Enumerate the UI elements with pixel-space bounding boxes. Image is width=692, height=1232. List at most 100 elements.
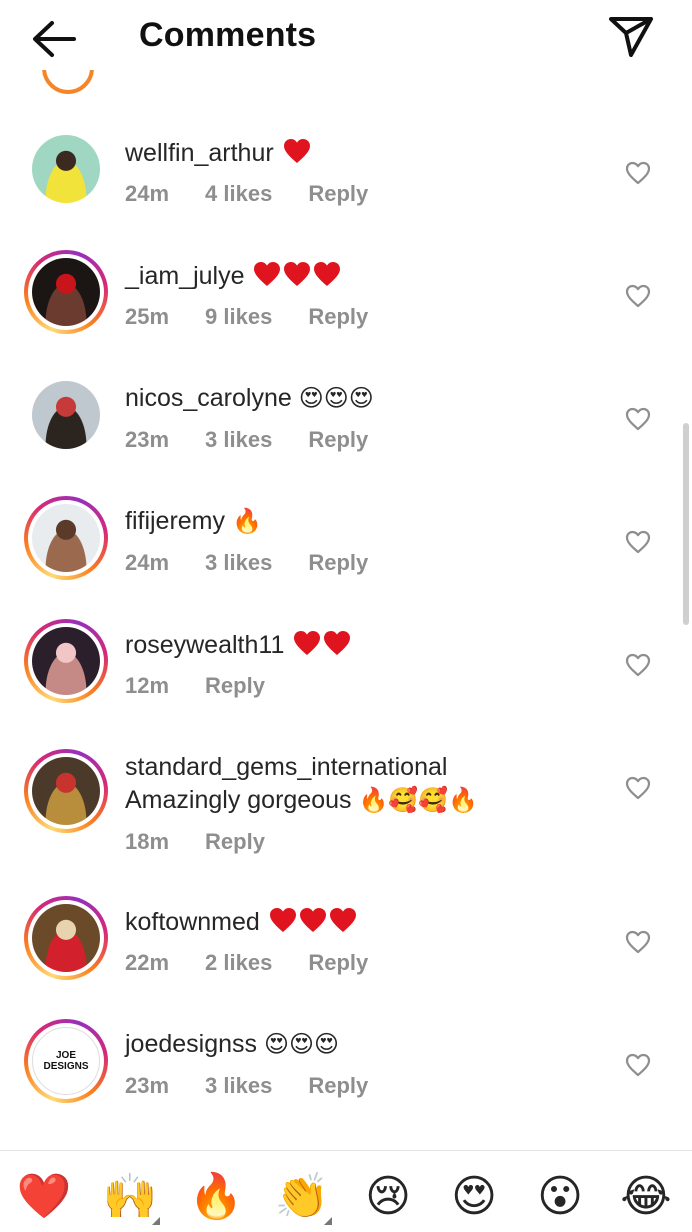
surprised-face-emoji-button[interactable]: 😮 xyxy=(532,1169,588,1225)
story-ring[interactable]: JOE DESIGNS xyxy=(24,1019,108,1103)
comment-header: wellfin_arthur xyxy=(125,138,311,168)
paper-plane-icon xyxy=(609,17,653,57)
reply-button[interactable]: Reply xyxy=(308,427,368,452)
comment-header: joedesignss 😍😍😍 xyxy=(125,1030,339,1059)
comment-time: 23m xyxy=(125,1073,170,1098)
comment-meta: 23m 3 likes Reply xyxy=(125,1073,404,1099)
heart-outline-icon xyxy=(625,407,651,431)
comment-meta: 18m Reply xyxy=(125,829,301,855)
scrollbar[interactable] xyxy=(683,423,689,625)
reply-button[interactable]: Reply xyxy=(308,950,368,975)
fire-emoji-button[interactable]: 🔥 xyxy=(188,1169,244,1225)
story-ring[interactable] xyxy=(24,896,108,980)
comment-username[interactable]: roseywealth11 xyxy=(125,631,284,659)
comment-likes[interactable]: 3 likes xyxy=(205,427,272,452)
avatar[interactable] xyxy=(32,381,100,449)
avatar[interactable] xyxy=(32,258,100,326)
emoji-quick-bar: ❤️ 🙌 🔥 👏 😢 😍 😮 😂 xyxy=(0,1150,692,1232)
red-heart-icon xyxy=(299,908,326,932)
comment-meta: 25m 9 likes Reply xyxy=(125,304,404,330)
avatar-text-line-2: DESIGNS xyxy=(43,1061,89,1072)
heart-outline-icon xyxy=(625,653,651,677)
comment-item: roseywealth11 12m Reply xyxy=(0,619,692,732)
top-bar: Comments xyxy=(0,0,692,78)
comment-header: koftownmed xyxy=(125,907,357,937)
reply-button[interactable]: Reply xyxy=(308,1073,368,1098)
comment-username[interactable]: fifijeremy xyxy=(125,507,225,535)
raising-hands-emoji-button[interactable]: 🙌 xyxy=(102,1169,158,1225)
comment-likes[interactable]: 9 likes xyxy=(205,304,272,329)
red-heart-icon xyxy=(324,631,351,655)
avatar[interactable] xyxy=(32,135,100,203)
comment-likes[interactable]: 2 likes xyxy=(205,950,272,975)
story-ring[interactable] xyxy=(24,496,108,580)
story-ring[interactable] xyxy=(24,619,108,703)
red-heart-icon xyxy=(283,139,310,163)
comment-item: fifijeremy 🔥 24m 3 likes Reply xyxy=(0,496,692,609)
comment-username[interactable]: joedesignss xyxy=(125,1030,257,1058)
comment-time: 22m xyxy=(125,950,170,975)
like-comment-button[interactable] xyxy=(625,930,651,954)
comment-header: roseywealth11 xyxy=(125,630,351,660)
comment-username[interactable]: nicos_carolyne xyxy=(125,384,292,412)
tears-of-joy-emoji-button[interactable]: 😂 xyxy=(618,1169,674,1225)
share-button[interactable] xyxy=(606,14,656,60)
avatar[interactable] xyxy=(32,757,100,825)
comment-header: _iam_julye xyxy=(125,261,341,291)
back-button[interactable] xyxy=(28,18,80,60)
comment-item: wellfin_arthur 24m 4 likes Reply xyxy=(0,130,692,240)
comment-time: 18m xyxy=(125,829,170,854)
reply-button[interactable]: Reply xyxy=(205,829,265,854)
like-comment-button[interactable] xyxy=(625,653,651,677)
comment-header: standard_gems_international xyxy=(125,753,447,782)
comment-item: standard_gems_international Amazingly gor… xyxy=(0,745,692,885)
avatar-container[interactable] xyxy=(24,127,108,211)
comment-meta: 24m 3 likes Reply xyxy=(125,550,404,576)
avatar[interactable] xyxy=(32,904,100,972)
like-comment-button[interactable] xyxy=(625,407,651,431)
like-comment-button[interactable] xyxy=(625,161,651,185)
comment-username[interactable]: koftownmed xyxy=(125,908,260,936)
heart-outline-icon xyxy=(625,161,651,185)
red-heart-icon xyxy=(269,908,296,932)
comment-emoji: 😍😍😍 xyxy=(263,1030,340,1058)
avatar[interactable]: JOE DESIGNS xyxy=(32,1027,100,1095)
skin-tone-indicator-icon xyxy=(324,1217,332,1225)
page-title: Comments xyxy=(139,16,317,54)
crying-face-emoji-button[interactable]: 😢 xyxy=(360,1169,416,1225)
avatar[interactable] xyxy=(32,504,100,572)
skin-tone-indicator-icon xyxy=(152,1217,160,1225)
avatar[interactable] xyxy=(32,627,100,695)
like-comment-button[interactable] xyxy=(625,776,651,800)
previous-comment-avatar xyxy=(42,70,94,96)
reply-button[interactable]: Reply xyxy=(205,673,265,698)
comment-time: 23m xyxy=(125,427,170,452)
like-comment-button[interactable] xyxy=(625,284,651,308)
comment-meta: 23m 3 likes Reply xyxy=(125,427,404,453)
comment-item: koftownmed 22m 2 likes Reply xyxy=(0,896,692,1009)
reply-button[interactable]: Reply xyxy=(308,181,368,206)
comment-username[interactable]: standard_gems_international xyxy=(125,753,447,781)
comment-username[interactable]: _iam_julye xyxy=(125,262,245,290)
red-heart-icon xyxy=(314,262,341,286)
red-heart-icon xyxy=(254,262,281,286)
story-ring[interactable] xyxy=(24,749,108,833)
like-comment-button[interactable] xyxy=(625,1053,651,1077)
comment-text-line: Amazingly gorgeous 🔥🥰🥰🔥 xyxy=(125,786,478,815)
comment-likes[interactable]: 4 likes xyxy=(205,181,272,206)
comment-likes[interactable]: 3 likes xyxy=(205,1073,272,1098)
red-heart-emoji-button[interactable]: ❤️ xyxy=(16,1169,72,1225)
avatar-container[interactable] xyxy=(24,373,108,457)
heart-eyes-emoji-button[interactable]: 😍 xyxy=(446,1169,502,1225)
comment-likes[interactable]: 3 likes xyxy=(205,550,272,575)
reply-button[interactable]: Reply xyxy=(308,550,368,575)
red-heart-icon xyxy=(294,631,321,655)
comment-emoji: 🔥🥰🥰🔥 xyxy=(358,786,478,814)
story-ring[interactable] xyxy=(24,250,108,334)
like-comment-button[interactable] xyxy=(625,530,651,554)
comment-time: 25m xyxy=(125,304,170,329)
arrow-left-icon xyxy=(33,21,76,57)
comment-username[interactable]: wellfin_arthur xyxy=(125,139,274,167)
reply-button[interactable]: Reply xyxy=(308,304,368,329)
clapping-hands-emoji-button[interactable]: 👏 xyxy=(274,1169,330,1225)
